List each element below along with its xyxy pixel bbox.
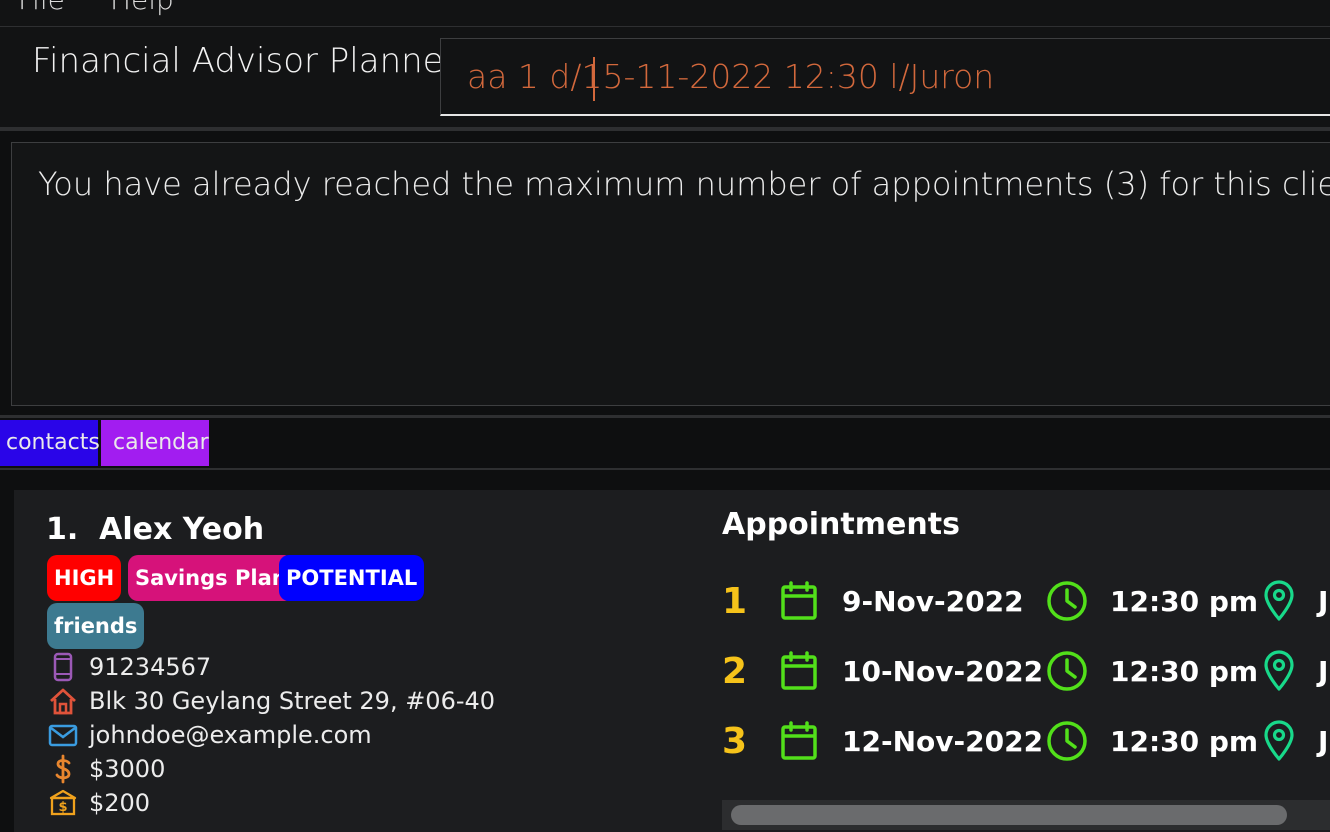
bank-icon: $ xyxy=(49,789,77,816)
command-input[interactable]: aa 1 d/15-11-2022 12:30 l/Juron xyxy=(440,38,1330,116)
dollar-icon xyxy=(55,754,71,784)
app-title: Financial Advisor Planner xyxy=(32,41,458,81)
calendar-icon xyxy=(781,581,817,620)
email-value: johndoe@example.com xyxy=(89,721,372,749)
appointment-time: 12:30 pm xyxy=(1110,725,1259,758)
tag-priority: HIGH xyxy=(47,555,122,601)
appointment-number: 3 xyxy=(722,721,748,762)
tab-calendar[interactable]: calendar xyxy=(101,420,209,466)
location-pin-icon xyxy=(1264,580,1294,621)
calendar-icon xyxy=(781,721,817,760)
appointment-time: 12:30 pm xyxy=(1110,655,1259,688)
appointment-location: J xyxy=(1318,725,1329,758)
clock-icon xyxy=(1047,721,1087,761)
horizontal-scrollbar-thumb[interactable] xyxy=(731,805,1287,825)
address-value: Blk 30 Geylang Street 29, #06-40 xyxy=(89,687,496,715)
mail-icon xyxy=(48,724,78,747)
phone-icon xyxy=(53,652,73,682)
divider xyxy=(0,127,1330,131)
result-display: You have already reached the maximum num… xyxy=(11,142,1330,406)
appointment-time: 12:30 pm xyxy=(1110,585,1259,618)
menu-file[interactable]: File xyxy=(18,0,65,16)
location-pin-icon xyxy=(1264,650,1294,691)
appointment-location: J xyxy=(1318,655,1329,688)
appointment-number: 2 xyxy=(722,651,748,692)
appointment-row: 3 12-Nov-2022 12:30 pm J xyxy=(722,718,1330,768)
appointment-number: 1 xyxy=(722,581,748,622)
tab-bar: contacts calendar xyxy=(0,418,1330,470)
appointment-date: 9-Nov-2022 xyxy=(842,585,1024,618)
income-value: $3000 xyxy=(89,755,166,783)
location-pin-icon xyxy=(1264,720,1294,761)
appointment-row: 2 10-Nov-2022 12:30 pm J xyxy=(722,648,1330,698)
phone-value: 91234567 xyxy=(89,653,212,681)
command-input-text[interactable]: aa 1 d/15-11-2022 12:30 l/Juron xyxy=(467,60,994,93)
menu-help[interactable]: Help xyxy=(110,0,174,16)
tag-plan: Savings Plan xyxy=(128,555,294,601)
appointment-row: 1 9-Nov-2022 12:30 pm J xyxy=(722,578,1330,628)
monthly-value: $200 xyxy=(89,789,151,817)
home-icon xyxy=(50,688,76,715)
tag-status: POTENTIAL xyxy=(279,555,425,601)
client-name: 1. Alex Yeoh xyxy=(46,512,265,547)
clock-icon xyxy=(1047,581,1087,621)
tab-contacts[interactable]: contacts xyxy=(0,420,100,466)
appointments-heading: Appointments xyxy=(722,507,960,542)
result-message: You have already reached the maximum num… xyxy=(38,165,1330,203)
menu-bar: File Help xyxy=(0,0,1330,27)
calendar-icon xyxy=(781,651,817,690)
appointment-date: 12-Nov-2022 xyxy=(842,725,1044,758)
appointment-date: 10-Nov-2022 xyxy=(842,655,1044,688)
appointment-location: J xyxy=(1318,585,1329,618)
text-caret xyxy=(593,57,595,101)
svg-text:$: $ xyxy=(58,800,67,815)
tag-friends: friends xyxy=(47,603,145,649)
clock-icon xyxy=(1047,651,1087,691)
